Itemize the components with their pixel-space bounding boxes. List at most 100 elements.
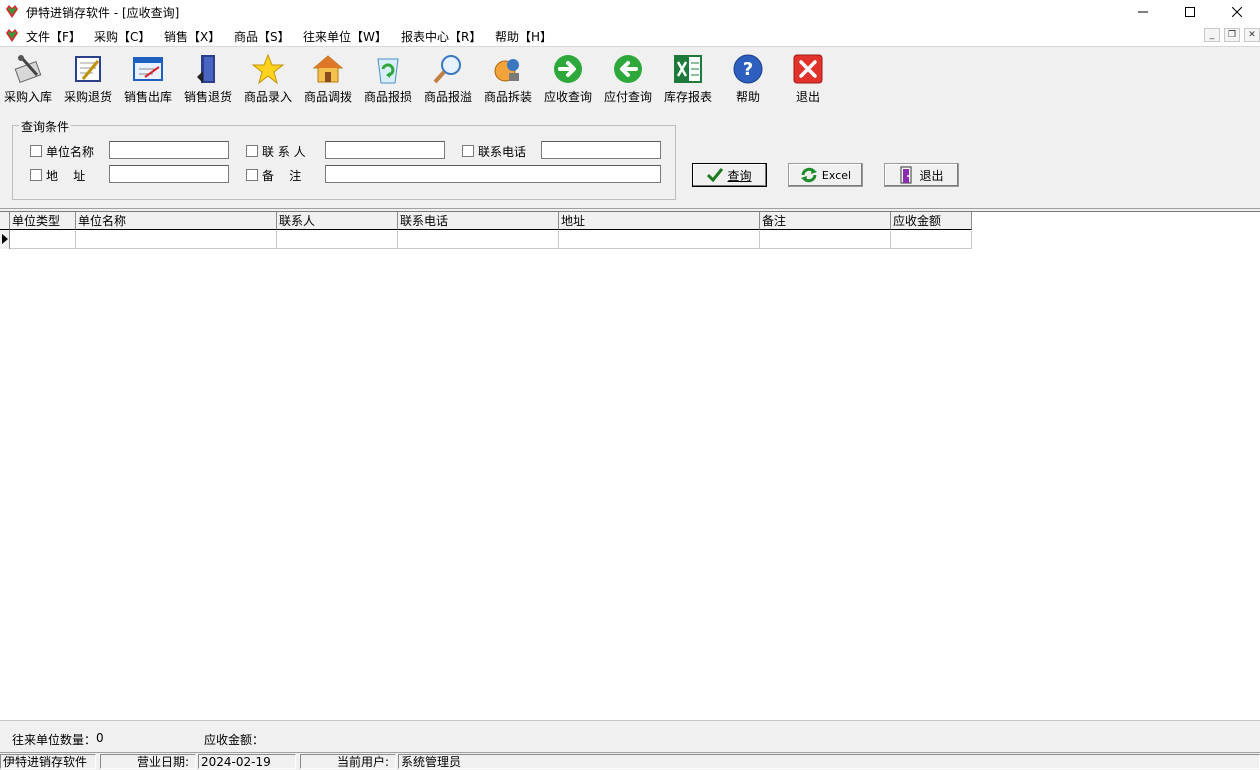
toolbar-sales-out-button[interactable]: 销售出库 bbox=[118, 53, 178, 105]
column-header-receivable-amount[interactable]: 应收金额 bbox=[891, 212, 972, 230]
toolbar-goods-assembly-button[interactable]: 商品拆装 bbox=[478, 53, 538, 105]
menu-goods[interactable]: 商品【S】 bbox=[234, 28, 290, 45]
close-icon bbox=[793, 54, 823, 84]
partner-count-value: 0 bbox=[96, 731, 104, 745]
table-cell[interactable] bbox=[398, 231, 559, 249]
arrow-left-icon bbox=[614, 55, 642, 83]
menu-partners[interactable]: 往来单位【W】 bbox=[303, 28, 387, 45]
refresh-icon bbox=[800, 167, 817, 183]
unit-name-checkbox[interactable] bbox=[30, 145, 42, 157]
toolbar-purchase-return-button[interactable]: 采购退货 bbox=[58, 53, 118, 105]
grid-corner bbox=[0, 212, 10, 230]
menu-reports[interactable]: 报表中心【R】 bbox=[401, 28, 481, 45]
status-date-value: 2024-02-19 bbox=[198, 754, 296, 769]
menu-bar: 文件【F】 采购【C】 销售【X】 商品【S】 往来单位【W】 报表中心【R】 … bbox=[0, 24, 1260, 47]
phone-checkbox[interactable] bbox=[462, 145, 474, 157]
status-date-label: 营业日期: bbox=[100, 754, 196, 769]
address-checkbox[interactable] bbox=[30, 169, 42, 181]
table-cell[interactable] bbox=[10, 231, 76, 249]
excel-icon bbox=[674, 55, 702, 83]
phone-label: 联系电话 bbox=[478, 145, 527, 159]
remark-input[interactable] bbox=[325, 165, 661, 183]
status-user-label: 当前用户: bbox=[300, 754, 396, 769]
help-icon: ? bbox=[733, 54, 763, 84]
toolbar-sales-return-button[interactable]: 销售退货 bbox=[178, 53, 238, 105]
table-cell[interactable] bbox=[891, 231, 972, 249]
excel-export-button[interactable]: Excel bbox=[788, 163, 863, 187]
toolbar-goods-entry-button[interactable]: 商品录入 bbox=[238, 53, 298, 105]
unit-name-label: 单位名称 bbox=[46, 145, 95, 159]
sales-return-icon bbox=[197, 55, 215, 83]
maximize-button[interactable] bbox=[1167, 0, 1213, 24]
magnifier-icon bbox=[433, 55, 461, 84]
star-icon bbox=[251, 53, 285, 85]
toolbar-help-button[interactable]: ? 帮助 bbox=[718, 53, 778, 105]
minimize-button[interactable] bbox=[1120, 0, 1166, 24]
column-header-remark[interactable]: 备注 bbox=[760, 212, 891, 230]
app-logo-icon bbox=[4, 3, 20, 22]
status-user-value: 系统管理员 bbox=[398, 754, 1260, 769]
table-cell[interactable] bbox=[760, 231, 891, 249]
receivables-grid[interactable]: 单位类型 单位名称 联系人 联系电话 地址 备注 应收金额 bbox=[0, 211, 1260, 720]
mdi-minimize-button[interactable]: _ bbox=[1204, 28, 1220, 42]
table-cell[interactable] bbox=[76, 231, 277, 249]
unit-name-input[interactable] bbox=[109, 141, 229, 159]
column-header-unit-type[interactable]: 单位类型 bbox=[10, 212, 76, 230]
checkmark-icon bbox=[707, 168, 724, 182]
toolbar-goods-loss-button[interactable]: 商品报损 bbox=[358, 53, 418, 105]
receivable-total-label: 应收金额： bbox=[204, 733, 265, 747]
toolbar-purchase-in-button[interactable]: 采购入库 bbox=[0, 53, 58, 105]
recycle-bin-icon bbox=[377, 58, 399, 84]
summary-panel: 往来单位数量： 0 应收金额： bbox=[0, 720, 1260, 753]
mdi-child-icon[interactable] bbox=[4, 27, 20, 46]
sales-out-icon bbox=[133, 57, 163, 81]
phone-input[interactable] bbox=[541, 141, 661, 159]
menu-help[interactable]: 帮助【H】 bbox=[495, 28, 552, 45]
column-header-phone[interactable]: 联系电话 bbox=[398, 212, 559, 230]
query-conditions-legend: 查询条件 bbox=[19, 118, 72, 135]
query-conditions-group: 查询条件 单位名称 联 系 人 联系电话 地 址 备 注 bbox=[12, 118, 676, 200]
status-bar: 伊特进销存软件 营业日期: 2024-02-19 当前用户: 系统管理员 bbox=[0, 752, 1260, 770]
mdi-restore-button[interactable]: ❐ bbox=[1224, 28, 1240, 42]
toolbar-exit-button[interactable]: 退出 bbox=[778, 53, 838, 105]
column-header-address[interactable]: 地址 bbox=[559, 212, 760, 230]
toolbar-payable-query-button[interactable]: 应付查询 bbox=[598, 53, 658, 105]
purchase-return-icon bbox=[75, 56, 101, 82]
contact-input[interactable] bbox=[325, 141, 445, 159]
toolbar-receivable-query-button[interactable]: 应收查询 bbox=[538, 53, 598, 105]
parts-icon bbox=[494, 59, 519, 82]
exit-button-label: 退出 bbox=[919, 168, 944, 183]
svg-text:?: ? bbox=[743, 59, 753, 80]
remark-checkbox[interactable] bbox=[246, 169, 258, 181]
table-cell[interactable] bbox=[277, 231, 398, 249]
column-header-unit-name[interactable]: 单位名称 bbox=[76, 212, 277, 230]
table-cell[interactable] bbox=[559, 231, 760, 249]
remark-label: 备 注 bbox=[262, 169, 302, 183]
row-pointer-icon bbox=[2, 234, 8, 244]
house-icon bbox=[312, 55, 344, 83]
address-label: 地 址 bbox=[46, 169, 86, 183]
query-button-label: 查询 bbox=[727, 168, 752, 183]
arrow-right-icon bbox=[554, 55, 582, 83]
menu-purchase[interactable]: 采购【C】 bbox=[94, 28, 150, 45]
menu-file[interactable]: 文件【F】 bbox=[26, 28, 81, 45]
menu-sales[interactable]: 销售【X】 bbox=[164, 28, 220, 45]
excel-button-label: Excel bbox=[821, 168, 852, 182]
toolbar-stock-report-button[interactable]: 库存报表 bbox=[658, 53, 718, 105]
column-header-contact[interactable]: 联系人 bbox=[277, 212, 398, 230]
query-button[interactable]: 查询 bbox=[692, 163, 767, 187]
toolbar-goods-transfer-button[interactable]: 商品调拨 bbox=[298, 53, 358, 105]
exit-button[interactable]: 退出 bbox=[884, 163, 959, 187]
title-bar: 伊特进销存软件 - [应收查询] bbox=[0, 0, 1260, 24]
toolbar: 采购入库 采购退货 销售出库 销售退货 商品录入 商品调拨 商品报损 商品报溢 … bbox=[0, 47, 1260, 111]
contact-checkbox[interactable] bbox=[246, 145, 258, 157]
partner-count-label: 往来单位数量： bbox=[12, 733, 97, 747]
door-exit-icon bbox=[900, 166, 912, 184]
row-indicator bbox=[0, 230, 10, 249]
window-title: 伊特进销存软件 - [应收查询] bbox=[26, 6, 180, 20]
purchase-in-icon bbox=[14, 55, 42, 83]
toolbar-goods-overflow-button[interactable]: 商品报溢 bbox=[418, 53, 478, 105]
close-window-button[interactable] bbox=[1214, 0, 1260, 24]
mdi-close-button[interactable]: ✕ bbox=[1244, 28, 1260, 42]
address-input[interactable] bbox=[109, 165, 229, 183]
